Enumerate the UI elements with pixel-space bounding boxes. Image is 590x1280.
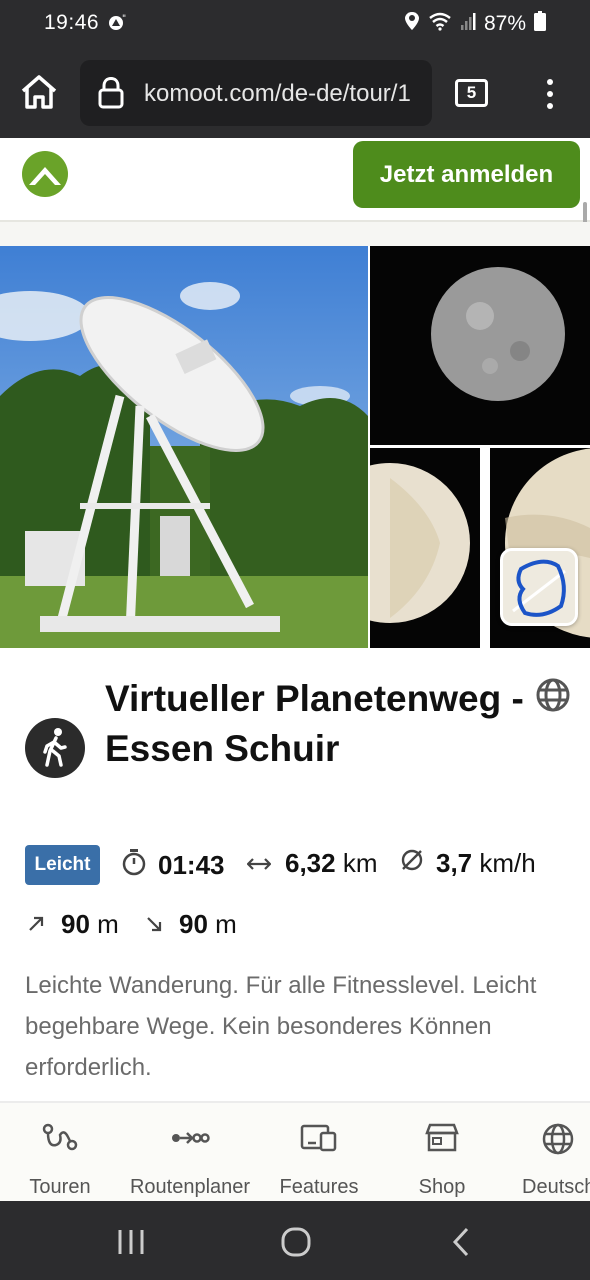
route-map-icon [503,551,575,623]
speed-unit: km/h [479,848,536,878]
recent-apps-icon[interactable] [117,1229,145,1260]
tab-switcher-button[interactable]: 5 [455,79,488,107]
home-icon[interactable] [20,74,58,115]
site-header: Jetzt anmelden [0,138,590,242]
duration-stat: 01:43 [122,848,225,883]
route-map-thumbnail[interactable] [500,548,578,626]
komoot-logo-icon[interactable] [21,150,69,203]
system-navigation-bar [0,1201,590,1280]
nav-item-features[interactable]: Features [270,1103,368,1203]
signal-icon [460,11,476,37]
battery-icon [534,11,546,37]
duration-value: 01:43 [158,850,225,880]
status-bar: 19:46 " 87% [0,0,590,48]
distance-value: 6,32 [285,848,336,878]
ascent-arrow-icon [27,909,45,940]
speed-value: 3,7 [436,848,473,878]
ascent-unit: m [97,909,119,939]
nav-item-language[interactable]: Deutsch [514,1103,590,1203]
nav-label-language: Deutsch [522,1176,590,1198]
nav-label-routenplaner: Routenplaner [129,1176,251,1198]
features-icon [300,1124,337,1152]
stopwatch-icon [122,848,146,883]
ascent-stat: 90 m [27,909,119,940]
descent-stat: 90 m [145,909,237,940]
tours-icon [42,1123,78,1151]
home-button-icon[interactable] [281,1227,311,1262]
descent-arrow-icon [145,909,163,940]
hiking-sport-icon [25,718,85,778]
notification-icon: " [107,13,129,38]
signin-button[interactable]: Jetzt anmelden [353,141,580,208]
distance-arrow-icon [246,848,272,879]
tour-title: Virtueller Planetenweg - Essen Schuir [105,678,524,769]
descent-unit: m [215,909,237,939]
shop-icon [425,1123,459,1152]
battery-level: 87% [483,12,526,35]
bottom-navigation: Touren Routenplaner Features Shop Deutsc… [0,1101,590,1201]
route-planner-icon [172,1132,210,1144]
lock-icon [98,76,124,114]
average-speed-icon [400,848,424,879]
nav-item-routenplaner[interactable]: Routenplaner [125,1103,255,1203]
nav-label-features: Features [279,1176,359,1198]
tour-photo-venus[interactable] [370,448,480,648]
distance-unit: km [342,848,378,878]
nav-item-shop[interactable]: Shop [392,1103,492,1203]
nav-label-shop: Shop [418,1176,466,1198]
globe-icon [542,1123,574,1155]
speed-stat: 3,7 km/h [400,848,536,879]
location-icon [404,11,420,37]
ascent-value: 90 [61,909,90,939]
descent-value: 90 [179,909,208,939]
wifi-icon [428,11,452,37]
svg-text:": " [122,14,126,24]
browser-toolbar: komoot.com/de-de/tour/1 5 [0,48,590,138]
photo-gallery[interactable] [0,246,590,648]
status-time: 19:46 [44,11,100,34]
nav-label-touren: Touren [29,1176,91,1198]
back-icon[interactable] [452,1227,470,1262]
status-right: 87% [404,11,546,37]
tab-count: 5 [466,83,477,102]
difficulty-badge: Leicht [25,845,100,885]
tour-description: Leichte Wanderung. Für alle Fitnesslevel… [25,972,537,1081]
address-bar[interactable]: komoot.com/de-de/tour/1 [80,60,432,126]
distance-stat: 6,32 km [246,848,378,879]
nav-item-touren[interactable]: Touren [10,1103,110,1203]
tour-photo-telescope[interactable] [0,246,368,648]
header-separator [0,222,590,246]
more-options-icon[interactable] [545,78,555,115]
tour-photo-mercury[interactable] [370,246,590,445]
url-text: komoot.com/de-de/tour/1 [144,80,411,107]
translate-globe-icon[interactable] [535,677,571,718]
